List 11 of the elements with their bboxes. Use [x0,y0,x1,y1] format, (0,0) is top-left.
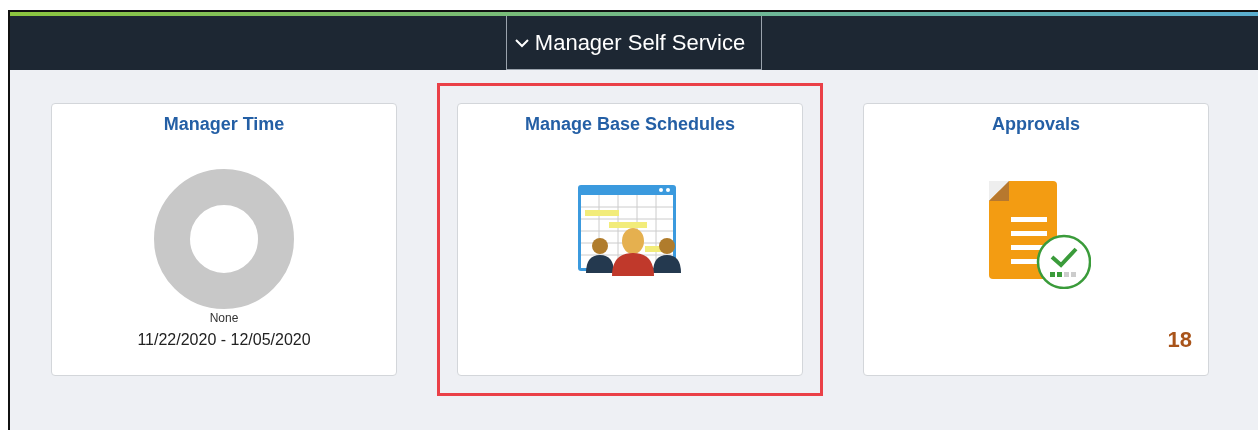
tile-title: Manage Base Schedules [524,114,736,135]
tile-title: Manager Time [163,114,285,135]
chevron-down-icon [514,37,529,48]
count-label: 18 [1167,327,1192,353]
homepage-selector[interactable]: Manager Self Service [505,16,763,70]
tile-title: Approvals [992,114,1080,135]
legend-label: None [209,311,239,325]
tile[interactable]: Approvals 18 [863,103,1209,376]
date-range: 11/22/2020 - 12/05/2020 [137,331,311,349]
tile[interactable]: Manager Time None 11/22/2020 - 12/05/2020 [51,103,397,376]
tile[interactable]: Manage Base Schedules [457,103,803,376]
